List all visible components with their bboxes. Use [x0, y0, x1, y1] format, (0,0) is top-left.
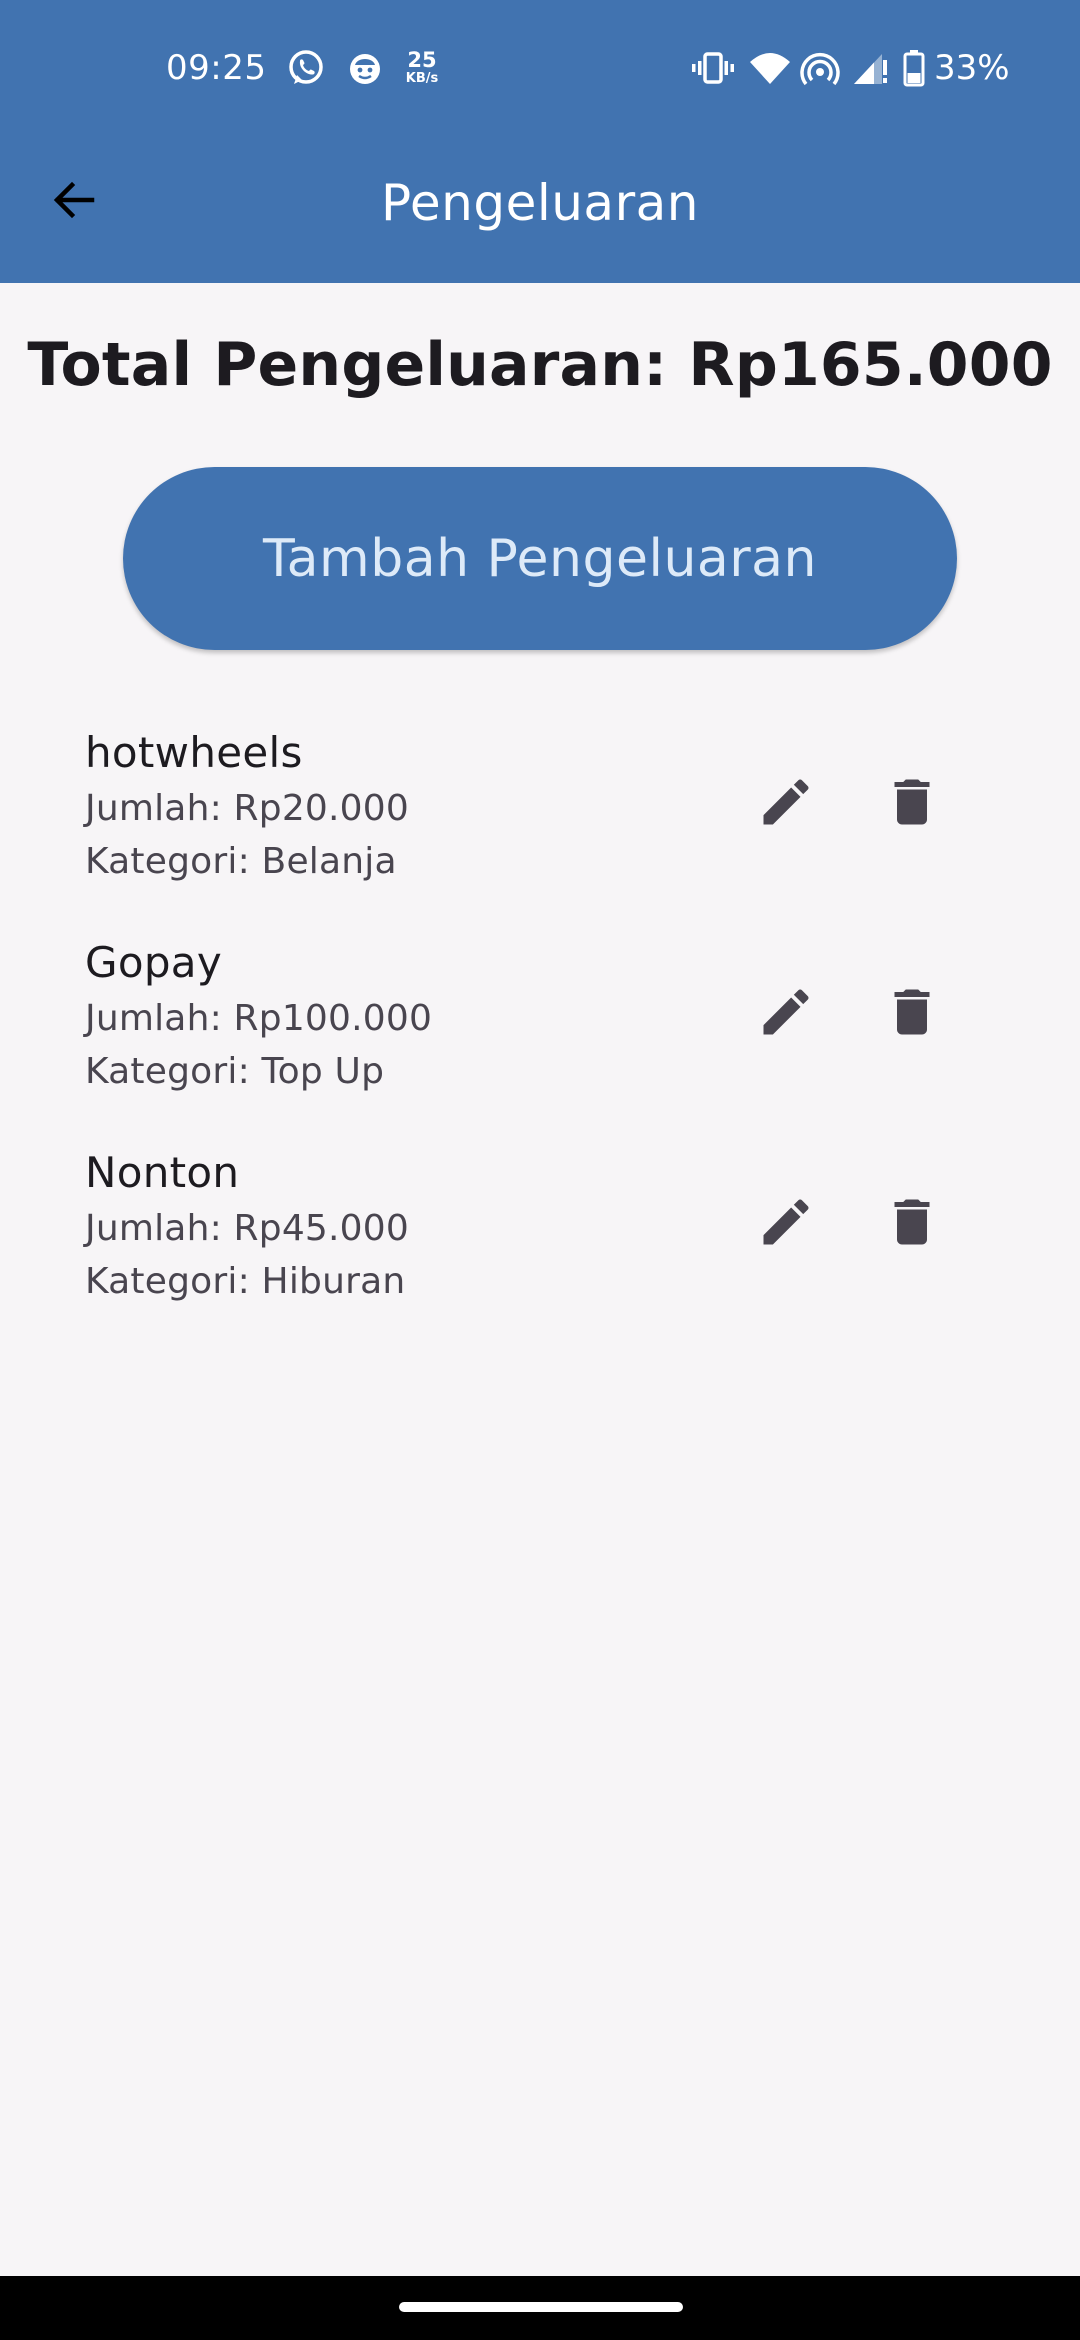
expense-name: hotwheels — [85, 728, 303, 777]
wifi-icon — [750, 53, 790, 84]
list-item: Nonton Jumlah: Rp45.000 Kategori: Hibura… — [0, 1148, 1080, 1358]
network-speed-unit: KB/s — [405, 71, 439, 86]
pencil-icon — [763, 1199, 809, 1245]
hotspot-icon — [800, 53, 840, 86]
edit-button[interactable] — [750, 766, 822, 838]
delete-button[interactable] — [876, 976, 948, 1048]
list-item: Gopay Jumlah: Rp100.000 Kategori: Top Up — [0, 938, 1080, 1148]
expense-amount: Jumlah: Rp45.000 — [85, 1208, 409, 1249]
status-bar: 09:25 25 KB/s 33% — [0, 0, 1080, 140]
page-title: Pengeluaran — [381, 174, 699, 232]
delete-button[interactable] — [876, 766, 948, 838]
list-item: hotwheels Jumlah: Rp20.000 Kategori: Bel… — [0, 728, 1080, 938]
edit-button[interactable] — [750, 1186, 822, 1258]
add-expense-button[interactable]: Tambah Pengeluaran — [123, 467, 957, 650]
app-notification-icon — [350, 54, 380, 84]
total-expenses: Total Pengeluaran: Rp165.000 — [27, 330, 1053, 400]
battery-icon — [903, 50, 925, 87]
expense-category: Kategori: Top Up — [85, 1051, 385, 1092]
network-speed-value: 25 — [407, 48, 437, 72]
delete-button[interactable] — [876, 1186, 948, 1258]
trash-icon — [894, 779, 930, 825]
expense-category: Kategori: Belanja — [85, 841, 397, 882]
status-time: 09:25 — [166, 48, 267, 88]
home-indicator[interactable] — [399, 2302, 683, 2312]
expense-amount: Jumlah: Rp20.000 — [85, 788, 409, 829]
expense-name: Gopay — [85, 938, 222, 987]
signal-icon — [854, 54, 887, 84]
pencil-icon — [763, 989, 809, 1035]
expense-amount: Jumlah: Rp100.000 — [85, 998, 433, 1039]
edit-button[interactable] — [750, 976, 822, 1048]
trash-icon — [894, 989, 930, 1035]
expense-name: Nonton — [85, 1148, 240, 1197]
pencil-icon — [763, 779, 809, 825]
vibrate-icon — [692, 52, 734, 84]
expense-category: Kategori: Hiburan — [85, 1261, 406, 1302]
network-speed: 25 KB/s — [400, 48, 444, 86]
battery-percentage: 33% — [934, 48, 1010, 88]
whatsapp-icon — [289, 50, 323, 84]
trash-icon — [894, 1199, 930, 1245]
